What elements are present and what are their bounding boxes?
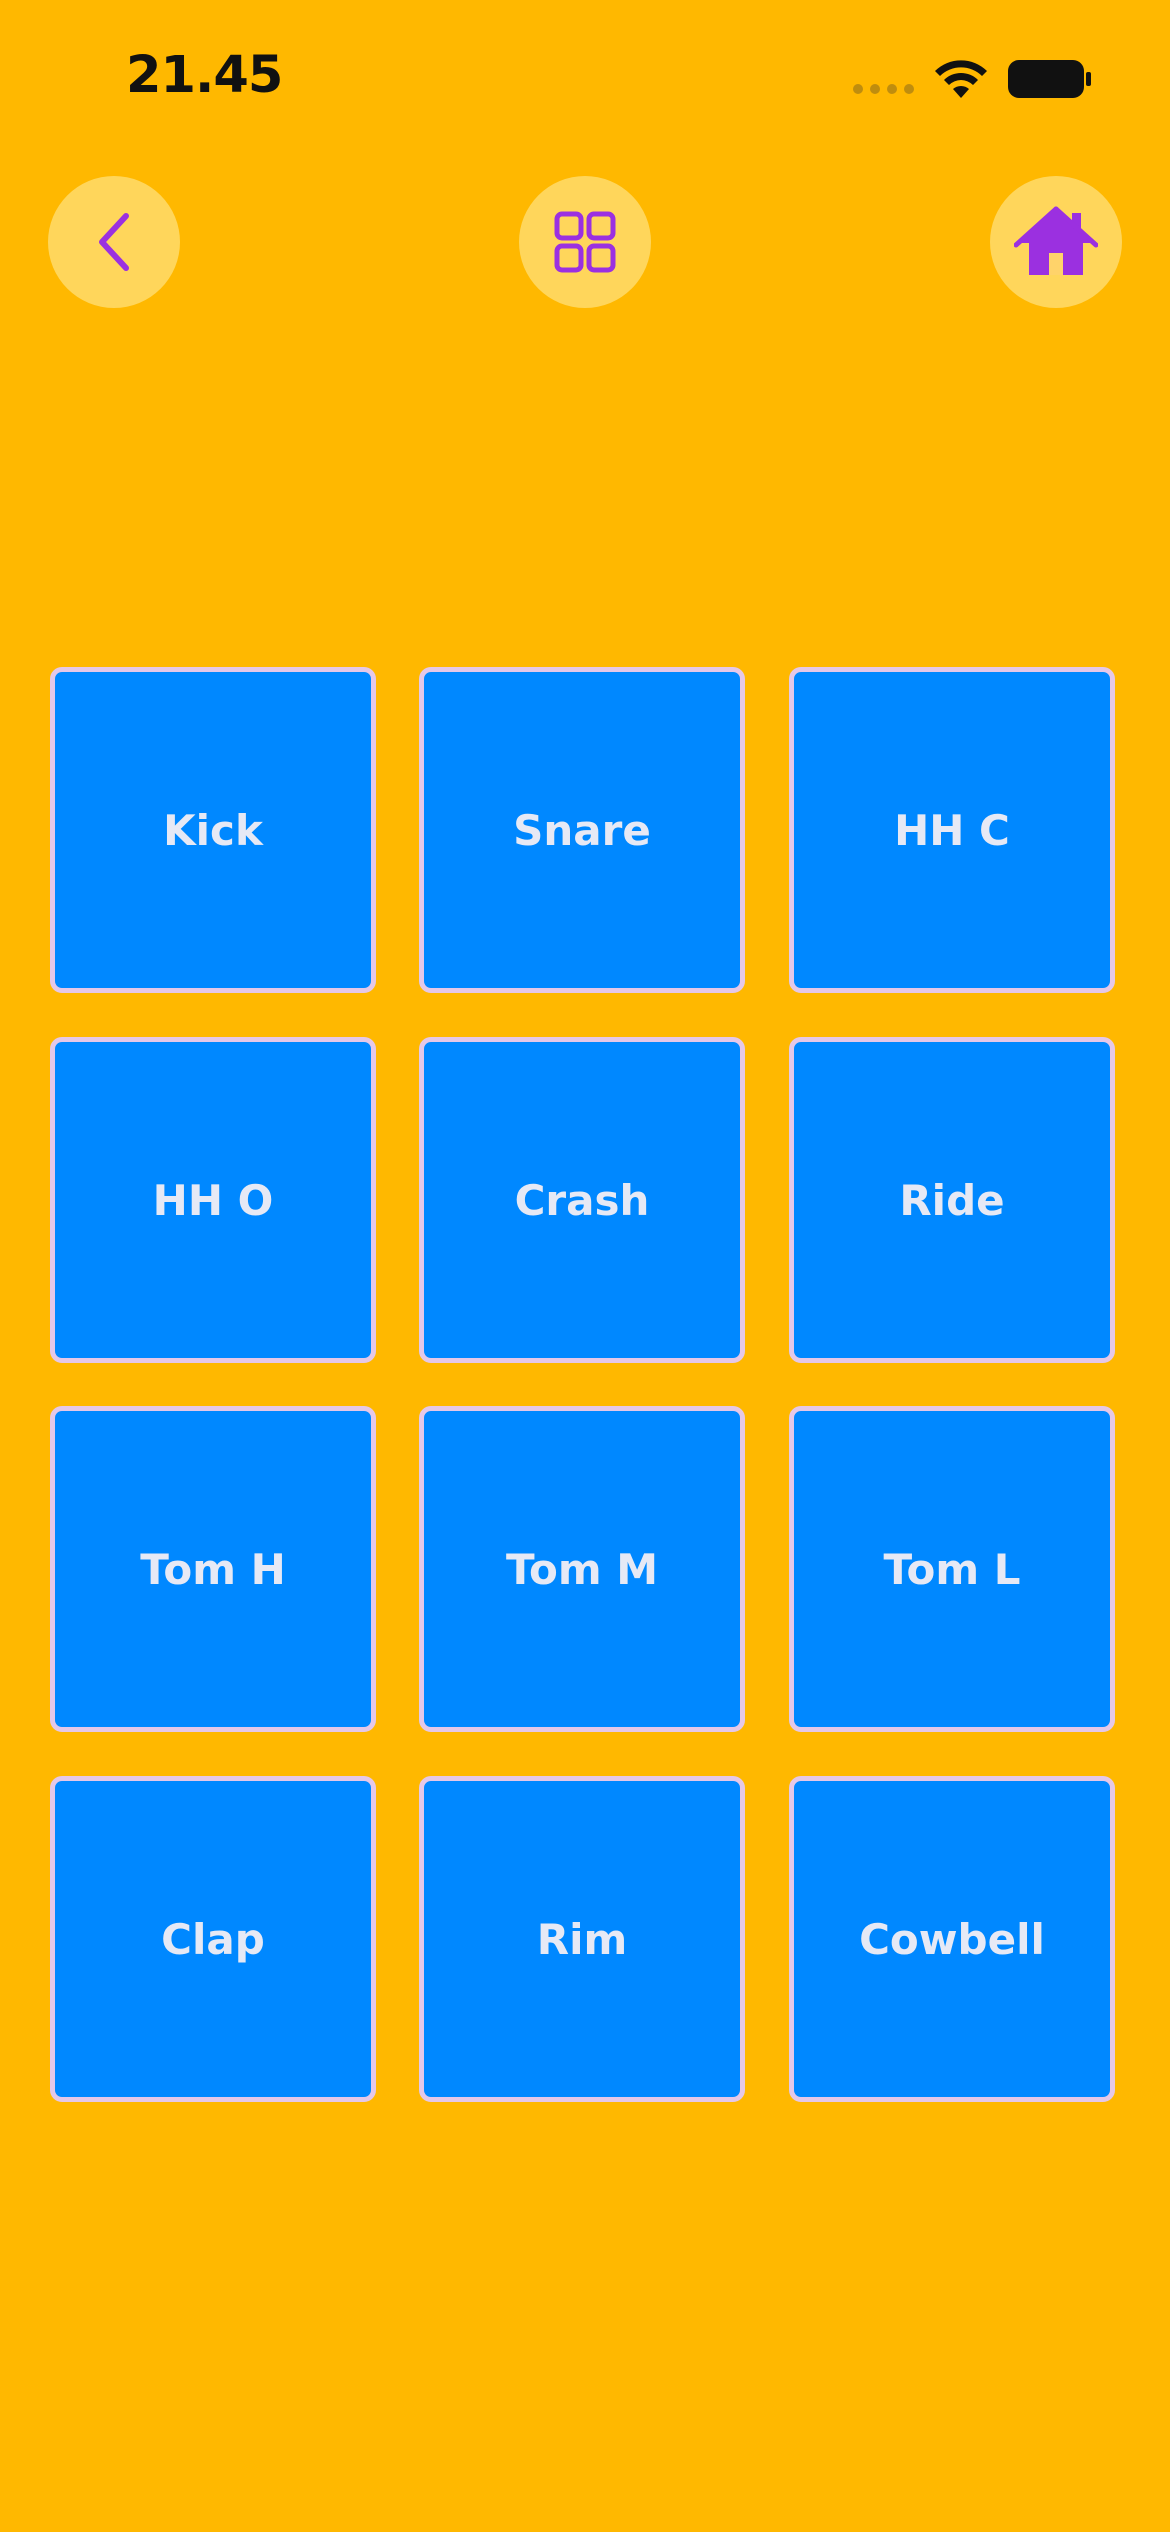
pad-tom-l[interactable]: Tom L — [789, 1406, 1115, 1732]
chevron-left-icon — [99, 213, 129, 271]
pad-crash[interactable]: Crash — [419, 1037, 745, 1363]
pad-label: Tom M — [505, 1544, 659, 1594]
pad-label: Tom H — [140, 1544, 286, 1594]
pad-label: Ride — [899, 1175, 1005, 1225]
grid-icon — [554, 211, 616, 273]
pad-label: Snare — [513, 805, 651, 855]
pad-label: Rim — [536, 1914, 628, 1964]
pad-hh-c[interactable]: HH C — [789, 667, 1115, 993]
pad-label: HH C — [894, 805, 1010, 855]
pad-clap[interactable]: Clap — [50, 1776, 376, 2102]
pad-label: Tom L — [883, 1544, 1021, 1594]
pad-snare[interactable]: Snare — [419, 667, 745, 993]
pad-hh-o[interactable]: HH O — [50, 1037, 376, 1363]
home-icon — [1014, 206, 1098, 275]
pad-label: Kick — [163, 805, 263, 855]
wifi-icon — [935, 60, 987, 98]
back-button[interactable] — [48, 176, 180, 308]
pad-rim[interactable]: Rim — [419, 1776, 745, 2102]
pad-tom-h[interactable]: Tom H — [50, 1406, 376, 1732]
status-bar: 21.45 — [0, 0, 1170, 150]
status-time: 21.45 — [126, 46, 283, 105]
home-button[interactable] — [990, 176, 1122, 308]
pad-cowbell[interactable]: Cowbell — [789, 1776, 1115, 2102]
pad-label: Crash — [514, 1175, 650, 1225]
battery-icon — [1008, 60, 1091, 98]
pad-label: Cowbell — [859, 1914, 1045, 1964]
pad-tom-m[interactable]: Tom M — [419, 1406, 745, 1732]
pad-label: Clap — [161, 1914, 265, 1964]
grid-button[interactable] — [519, 176, 651, 308]
pad-ride[interactable]: Ride — [789, 1037, 1115, 1363]
pad-label: HH O — [152, 1175, 274, 1225]
pad-kick[interactable]: Kick — [50, 667, 376, 993]
cellular-signal-icon — [853, 84, 917, 96]
